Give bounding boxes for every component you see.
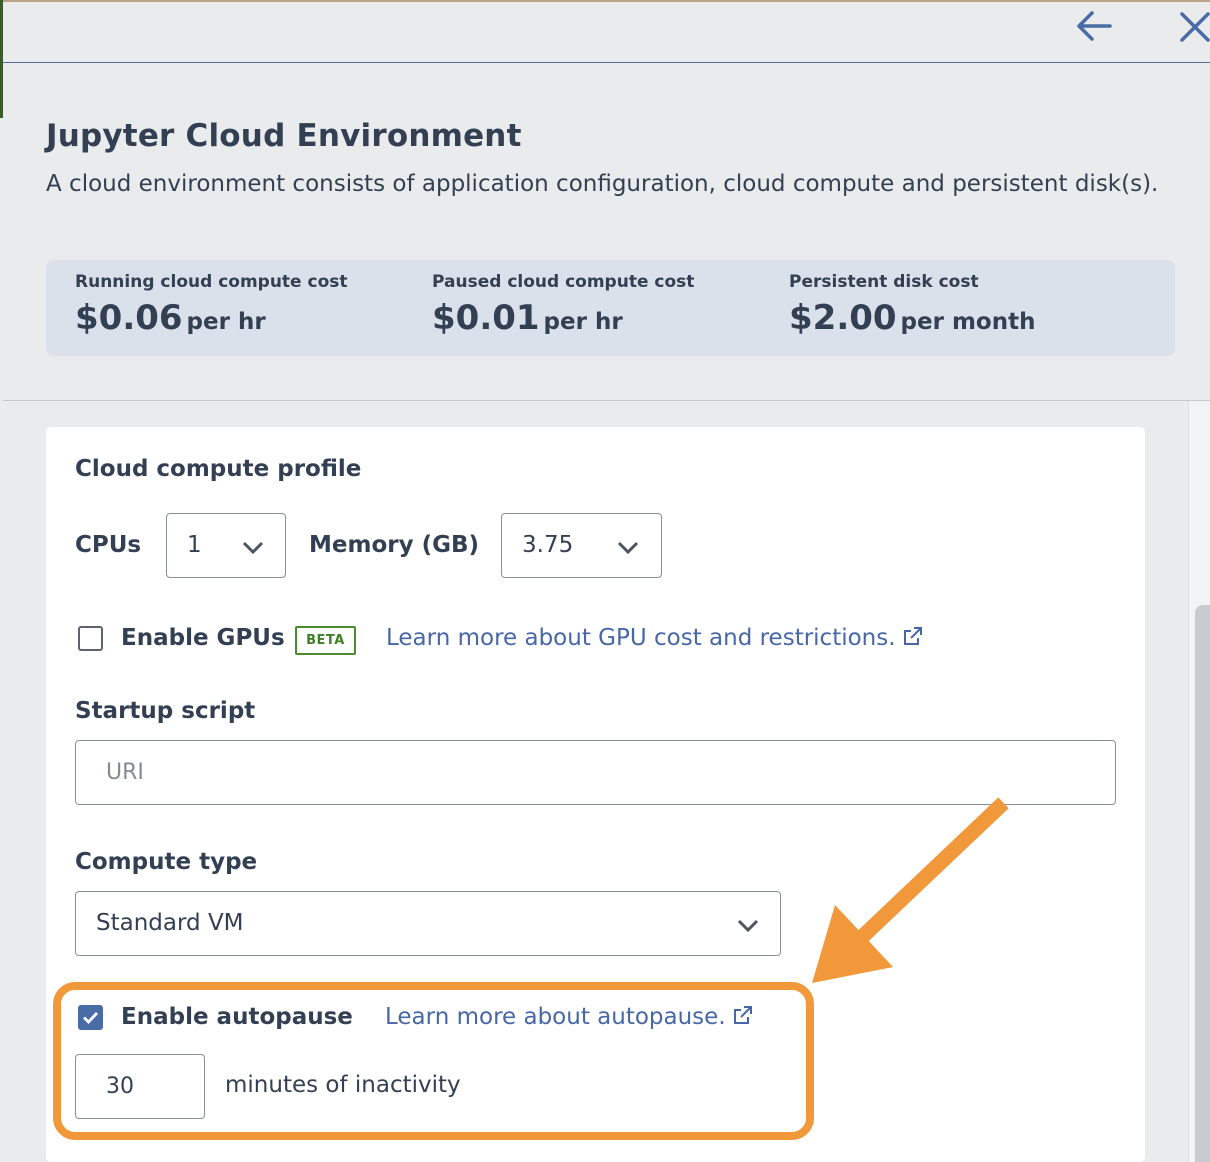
page-subtitle: A cloud environment consists of applicat… bbox=[46, 171, 1159, 197]
cost-amount: $0.06 bbox=[75, 298, 183, 338]
startup-script-label: Startup script bbox=[75, 698, 256, 724]
cpus-label: CPUs bbox=[75, 532, 142, 558]
scrollbar-thumb[interactable] bbox=[1195, 605, 1210, 1162]
memory-value: 3.75 bbox=[522, 532, 574, 558]
cost-label: Persistent disk cost bbox=[789, 272, 979, 292]
section-divider bbox=[3, 400, 1210, 401]
chevron-down-icon bbox=[617, 541, 639, 555]
compute-type-label: Compute type bbox=[75, 849, 258, 875]
cost-unit: per month bbox=[900, 309, 1036, 335]
memory-label: Memory (GB) bbox=[309, 532, 480, 558]
external-link-icon bbox=[903, 627, 922, 645]
gpu-learn-more-link[interactable]: Learn more about GPU cost and restrictio… bbox=[386, 625, 924, 651]
cpus-select[interactable]: 1 bbox=[166, 513, 286, 578]
disk-cost: Persistent disk cost $2.00 per month bbox=[789, 272, 1035, 338]
memory-select[interactable]: 3.75 bbox=[501, 513, 662, 578]
back-button[interactable] bbox=[1072, 4, 1116, 48]
autopause-highlight-annotation bbox=[53, 982, 814, 1140]
compute-type-value: Standard VM bbox=[96, 910, 244, 936]
cost-unit: per hr bbox=[186, 309, 266, 335]
beta-badge: BETA bbox=[295, 626, 356, 655]
cpus-value: 1 bbox=[187, 532, 202, 558]
paused-cost: Paused cloud compute cost $0.01 per hr bbox=[432, 272, 694, 338]
enable-gpus-checkbox[interactable] bbox=[78, 626, 103, 651]
close-icon bbox=[1180, 12, 1210, 42]
close-button[interactable] bbox=[1172, 4, 1210, 48]
cost-label: Paused cloud compute cost bbox=[432, 272, 695, 292]
cost-amount: $0.01 bbox=[432, 298, 540, 338]
cost-unit: per hr bbox=[543, 309, 623, 335]
chevron-down-icon bbox=[737, 919, 759, 933]
running-cost: Running cloud compute cost $0.06 per hr bbox=[75, 272, 348, 338]
cost-label: Running cloud compute cost bbox=[75, 272, 348, 292]
arrow-left-icon bbox=[1077, 11, 1112, 41]
cost-amount: $2.00 bbox=[789, 298, 897, 338]
compute-profile-heading: Cloud compute profile bbox=[75, 456, 362, 482]
startup-script-input[interactable] bbox=[75, 740, 1116, 805]
chevron-down-icon bbox=[242, 541, 264, 555]
cost-summary-panel: Running cloud compute cost $0.06 per hr P… bbox=[46, 260, 1175, 356]
compute-type-select[interactable]: Standard VM bbox=[75, 891, 781, 956]
gpu-learn-more-text: Learn more about GPU cost and restrictio… bbox=[386, 625, 896, 651]
page-title: Jupyter Cloud Environment bbox=[46, 118, 522, 154]
enable-gpus-label: Enable GPUs bbox=[121, 625, 285, 651]
modal-header bbox=[3, 2, 1210, 63]
